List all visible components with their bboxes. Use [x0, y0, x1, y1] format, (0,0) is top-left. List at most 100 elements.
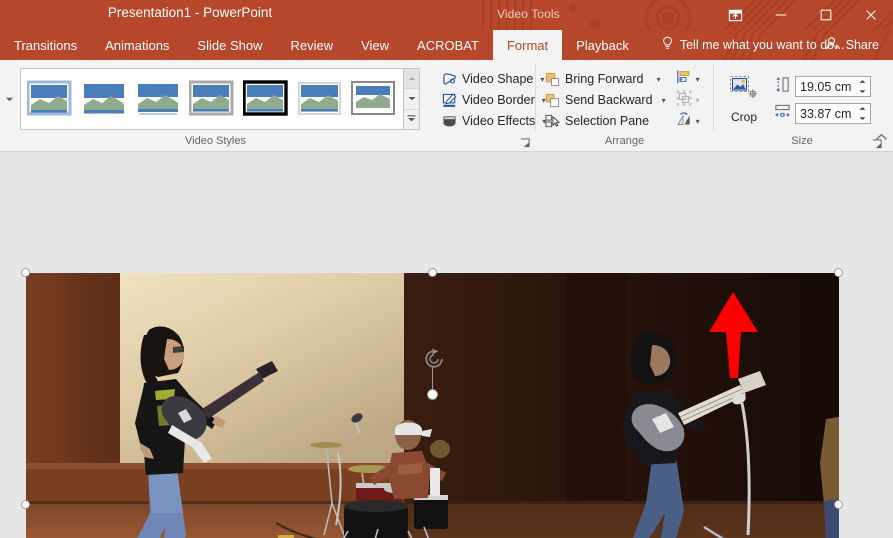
rotation-handle-icon	[423, 348, 445, 375]
video-style-item[interactable]	[79, 75, 129, 123]
chevron-down-icon[interactable]: ▾	[696, 75, 700, 84]
chevron-down-icon[interactable]: ▾	[657, 75, 661, 84]
ribbon-tab-strip: Transitions Animations Slide Show Review…	[0, 30, 893, 60]
group-label-format-commands	[431, 135, 535, 151]
video-style-item-selected[interactable]	[241, 75, 291, 123]
bring-forward-icon	[544, 71, 560, 87]
share-person-icon	[825, 36, 841, 54]
video-effects-icon	[441, 113, 457, 129]
bring-forward-label: Bring Forward	[565, 72, 644, 86]
contextual-tools-label: Video Tools	[497, 7, 560, 21]
more-styles-icon[interactable]	[404, 109, 419, 129]
video-styles-gallery[interactable]	[20, 68, 404, 130]
tab-slide-show[interactable]: Slide Show	[183, 30, 276, 60]
video-style-item[interactable]	[295, 75, 345, 123]
spin-up-icon[interactable]	[855, 103, 870, 114]
ribbon-group-size: Crop 19.05 cm 33.87 cm Size	[714, 60, 890, 151]
ribbon-group-video-format-commands: Video Shape ▾ Video Border ▾ Video Effec…	[431, 60, 546, 151]
spin-down-icon[interactable]	[855, 114, 870, 125]
tab-transitions[interactable]: Transitions	[0, 30, 91, 60]
shape-width-stepper[interactable]	[795, 103, 871, 124]
group-objects-icon	[676, 90, 692, 111]
powerpoint-window: Presentation1 - PowerPoint Video Tools T…	[0, 0, 893, 538]
red-arrow-annotation	[709, 292, 758, 378]
chevron-down-icon[interactable]: ▾	[696, 117, 700, 126]
rotate-objects-button[interactable]: ▾	[673, 111, 703, 132]
video-style-item[interactable]	[349, 75, 399, 123]
resize-handle-top-left[interactable]	[21, 268, 30, 277]
resize-handle-top-center[interactable]	[428, 268, 437, 277]
collapse-ribbon-icon[interactable]	[875, 130, 888, 148]
tab-acrobat[interactable]: ACROBAT	[403, 30, 493, 60]
ribbon-group-arrange: Bring Forward ▾ Send Backward ▾ Selectio…	[536, 60, 713, 151]
group-objects-button[interactable]: ▾	[673, 90, 703, 111]
tab-playback[interactable]: Playback	[562, 30, 643, 60]
video-style-item[interactable]	[187, 75, 237, 123]
video-effects-label: Video Effects	[462, 114, 536, 128]
shape-width-spin-buttons[interactable]	[855, 103, 870, 124]
crop-label: Crop	[730, 109, 757, 124]
video-border-label: Video Border	[462, 93, 535, 107]
shape-height-spin-buttons[interactable]	[855, 76, 870, 97]
scroll-up-icon[interactable]	[404, 69, 419, 90]
selection-pane-icon	[544, 113, 560, 129]
video-shape-icon	[441, 71, 457, 87]
format-dialog-launcher-icon[interactable]	[519, 138, 531, 150]
rotate-objects-icon	[676, 111, 692, 132]
scroll-down-icon[interactable]	[404, 89, 419, 110]
shape-width-icon	[774, 103, 791, 125]
video-effects-button[interactable]: Video Effects ▾	[437, 111, 550, 132]
chevron-down-icon[interactable]: ▾	[662, 96, 666, 105]
spin-down-icon[interactable]	[855, 87, 870, 98]
group-label-arrange: Arrange	[604, 135, 645, 147]
resize-handle-top-right[interactable]	[834, 268, 843, 277]
bring-forward-button[interactable]: Bring Forward ▾	[540, 69, 670, 90]
window-title: Presentation1 - PowerPoint	[107, 5, 273, 20]
gallery-previous-chevron-icon[interactable]	[2, 63, 16, 135]
shape-height-row	[774, 76, 871, 98]
ribbon: Video Styles Video Shape ▾ Video Border …	[0, 60, 893, 152]
selection-pane-button[interactable]: Selection Pane	[540, 111, 670, 132]
gallery-scroll-buttons	[404, 68, 420, 130]
rotation-handle[interactable]	[427, 389, 438, 400]
video-border-button[interactable]: Video Border ▾	[437, 90, 550, 111]
video-style-item[interactable]	[25, 75, 75, 123]
shape-height-input[interactable]	[796, 77, 855, 96]
share-button[interactable]: Share	[817, 30, 887, 60]
shape-height-icon	[774, 76, 791, 98]
tab-view[interactable]: View	[347, 30, 403, 60]
close-icon[interactable]	[848, 0, 893, 30]
shape-height-stepper[interactable]	[795, 76, 871, 97]
tab-review[interactable]: Review	[276, 30, 347, 60]
send-backward-label: Send Backward	[565, 93, 653, 107]
video-shape-label: Video Shape	[462, 72, 534, 86]
send-backward-icon	[544, 92, 560, 108]
tab-format[interactable]: Format	[492, 30, 563, 60]
resize-handle-middle-left[interactable]	[21, 500, 30, 509]
slide-canvas[interactable]	[0, 152, 893, 538]
group-label-video-styles: Video Styles	[185, 135, 246, 147]
title-bar: Presentation1 - PowerPoint Video Tools	[0, 0, 893, 30]
crop-button[interactable]: Crop	[720, 70, 768, 128]
video-style-item[interactable]	[133, 75, 183, 123]
ribbon-group-video-styles: Video Styles	[0, 60, 431, 151]
tab-animations[interactable]: Animations	[91, 30, 183, 60]
selection-pane-label: Selection Pane	[565, 114, 650, 128]
chevron-down-icon[interactable]: ▾	[696, 96, 700, 105]
ribbon-display-options-icon[interactable]	[713, 0, 758, 30]
restore-icon[interactable]	[803, 0, 848, 30]
lightbulb-icon	[661, 36, 674, 54]
shape-width-input[interactable]	[796, 104, 855, 123]
spin-up-icon[interactable]	[855, 76, 870, 87]
align-objects-button[interactable]: ▾	[673, 69, 703, 90]
align-objects-icon	[676, 69, 692, 90]
group-label-size: Size	[791, 135, 813, 147]
window-buttons	[713, 0, 893, 30]
send-backward-button[interactable]: Send Backward ▾	[540, 90, 670, 111]
crop-icon	[729, 75, 759, 108]
minimize-icon[interactable]	[758, 0, 803, 30]
resize-handle-middle-right[interactable]	[834, 500, 843, 509]
share-label: Share	[845, 38, 879, 52]
video-border-icon	[441, 92, 457, 108]
video-shape-button[interactable]: Video Shape ▾	[437, 69, 550, 90]
